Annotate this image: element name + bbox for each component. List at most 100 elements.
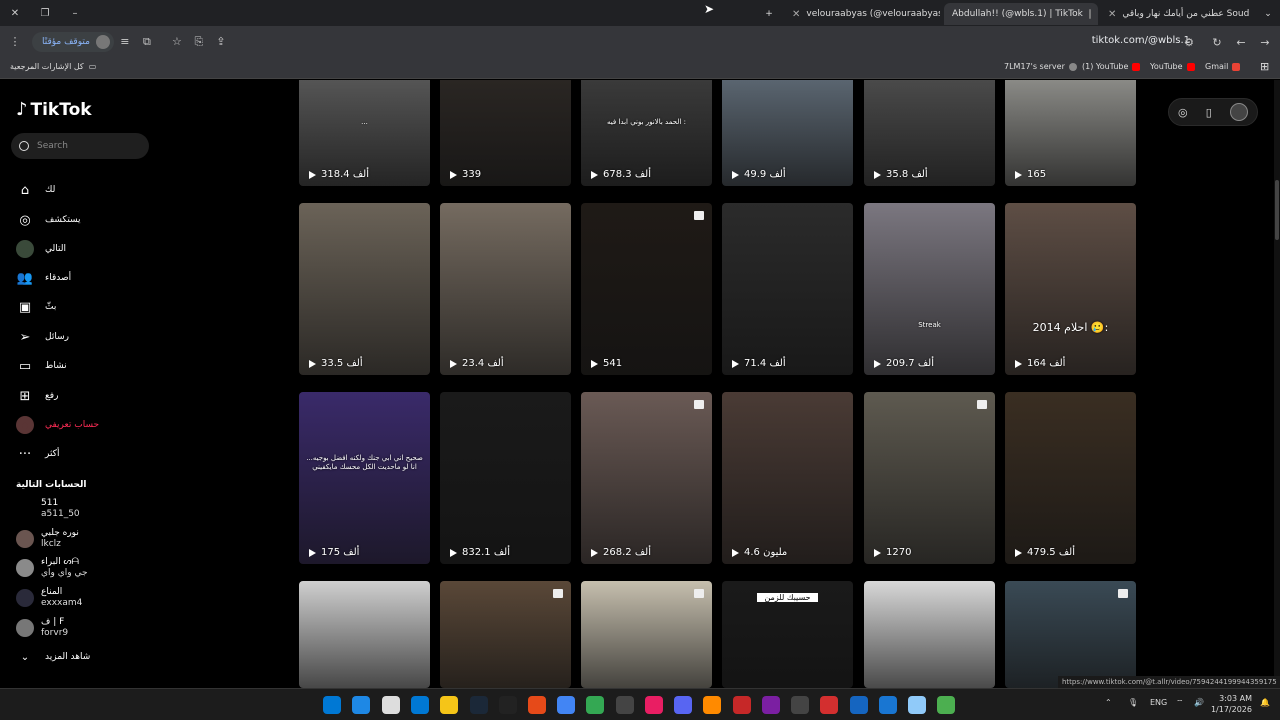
bookmark-item[interactable]: Gmail [1205, 62, 1241, 71]
tab-wbls[interactable]: Abdullah!! (@wbls.1) | TikTok [944, 3, 1098, 25]
sidebar-item-home[interactable]: ⌂ لك [16, 180, 156, 200]
sidebar-item-explore[interactable]: ◎ يستكشف [16, 210, 156, 230]
video-tile[interactable]: حسيبك للزمن [722, 581, 853, 688]
video-tile[interactable]: 1270 [864, 392, 995, 564]
video-tile[interactable]: 49.9 ألف [722, 80, 853, 186]
new-tab-button[interactable]: + [760, 3, 778, 25]
taskbar-app-icon[interactable] [674, 696, 692, 714]
video-tile[interactable]: 33.5 ألف [299, 203, 430, 375]
taskbar-app-icon[interactable] [616, 696, 634, 714]
apps-grid-icon[interactable]: ⊞ [1260, 60, 1269, 73]
video-tile[interactable]: 165 [1005, 80, 1136, 186]
restore-window-button[interactable]: ❐ [30, 0, 60, 26]
notification-icon[interactable]: 🔔 [1260, 698, 1270, 707]
video-tile[interactable]: الحمد بالانور بوني ابدا فيه : 678.3 ألف [581, 80, 712, 186]
sidebar-item-messages[interactable]: ➢ رسائل [16, 327, 156, 347]
video-tile[interactable]: 832.1 ألف [440, 392, 571, 564]
avatar[interactable] [1229, 103, 1248, 121]
taskbar-app-icon[interactable] [850, 696, 868, 714]
close-tab-icon[interactable]: ✕ [792, 9, 800, 20]
video-tile[interactable]: احلام 2014 🥲: 164 ألف [1005, 203, 1136, 375]
address-bar[interactable]: tiktok.com/@wbls.1 [1092, 35, 1190, 46]
bookmark-item[interactable]: 7LM17's server [1004, 62, 1077, 71]
profile-paused-button[interactable]: متوقف مؤقتًا [32, 31, 114, 52]
reload-icon[interactable]: ↻ [1206, 31, 1228, 53]
following-account[interactable]: نوره جلبي lkclz [16, 526, 156, 552]
page-scrollbar[interactable] [1274, 80, 1280, 688]
sidebar-item-more[interactable]: ··· أكثر [16, 444, 156, 464]
taskbar-app-icon[interactable] [733, 696, 751, 714]
taskbar-app-icon[interactable] [908, 696, 926, 714]
mic-icon[interactable]: 🎙 [1128, 698, 1138, 707]
device-icon[interactable]: ▯ [1206, 106, 1212, 119]
tab-velouraabyas[interactable]: ✕ velouraabyas (@velouraabyas) [784, 3, 940, 25]
video-tile[interactable] [440, 581, 571, 688]
media-icon[interactable]: ≡ [114, 31, 136, 53]
language-indicator[interactable]: ENG [1150, 698, 1167, 707]
tab-soud[interactable]: ✕ عطني من أيامك نهار وباقي ‎Soud [1100, 3, 1252, 25]
video-tile[interactable]: 4.6 مليون [722, 392, 853, 564]
video-tile[interactable]: Streak 209.7 ألف [864, 203, 995, 375]
taskbar-app-icon[interactable] [440, 696, 458, 714]
bookmark-item[interactable]: YouTube [1150, 62, 1195, 71]
taskbar-app-icon[interactable] [382, 696, 400, 714]
bookmark-star-icon[interactable]: ☆ [166, 31, 188, 53]
following-account[interactable]: المناع exxxam4 [16, 585, 156, 611]
following-account[interactable]: 511 a511_50 [16, 496, 156, 522]
taskbar-app-icon[interactable] [557, 696, 575, 714]
sidebar-item-following-avatar[interactable]: ● التالي [16, 239, 156, 259]
taskbar-app-icon[interactable] [762, 696, 780, 714]
sidebar-item-friends[interactable]: 👥 أصدقاء [16, 268, 156, 288]
following-account[interactable]: البراء ᔕᗩ جي واي واي [16, 555, 156, 581]
sidebar-item-live[interactable]: ▣ بثّ [16, 297, 156, 317]
site-settings-icon[interactable]: ⚙ [1178, 31, 1200, 53]
sidebar-item-activity[interactable]: ▭ نشاط [16, 356, 156, 376]
compass-icon[interactable]: ◎ [1178, 106, 1188, 119]
video-tile[interactable]: 339 [440, 80, 571, 186]
video-tile[interactable]: 479.5 ألف [1005, 392, 1136, 564]
close-tab-icon[interactable]: ✕ [1108, 9, 1116, 20]
tab-search-button[interactable]: ⌄ [1258, 3, 1278, 25]
video-tile[interactable]: 23.4 ألف [440, 203, 571, 375]
search-input[interactable]: Search [11, 133, 149, 159]
extensions-icon[interactable]: ⧉ [136, 31, 158, 53]
video-tile[interactable]: 541 [581, 203, 712, 375]
taskbar-app-icon[interactable] [791, 696, 809, 714]
video-tile[interactable]: 268.2 ألف [581, 392, 712, 564]
video-tile[interactable] [299, 581, 430, 688]
taskbar-app-icon[interactable] [879, 696, 897, 714]
tray-chevron-icon[interactable]: ⌃ [1105, 698, 1112, 707]
minimize-window-button[interactable]: – [60, 0, 90, 26]
taskbar-clock[interactable]: 3:03 AM 1/17/2026 [1211, 693, 1252, 715]
volume-icon[interactable]: 🔊 [1194, 698, 1204, 707]
taskbar-app-icon[interactable] [411, 696, 429, 714]
video-tile[interactable]: صحيح اني ابي جنك ولكنه افضل بوجيه... انا… [299, 392, 430, 564]
tiktok-logo[interactable]: ♪ TikTok [16, 99, 92, 120]
all-bookmarks-folder[interactable]: كل الإشارات المرجعية ▭ [10, 62, 96, 71]
taskbar-app-icon[interactable] [586, 696, 604, 714]
windows-start-icon[interactable] [323, 696, 341, 714]
video-tile[interactable] [1005, 581, 1136, 688]
taskbar-app-icon[interactable] [352, 696, 370, 714]
sidebar-item-upload[interactable]: ⊞ رفع [16, 386, 156, 406]
share-icon[interactable]: ⇪ [210, 31, 232, 53]
bookmark-item[interactable]: (1) YouTube [1082, 62, 1141, 71]
sidebar-item-profile[interactable]: ● حساب تعريفي [16, 415, 156, 435]
video-tile[interactable]: 35.8 ألف [864, 80, 995, 186]
video-tile[interactable] [581, 581, 712, 688]
back-icon[interactable]: → [1254, 31, 1276, 53]
see-more-button[interactable]: ⌄ شاهد المزيد [16, 647, 156, 667]
close-window-button[interactable]: ✕ [0, 0, 30, 26]
taskbar-app-icon[interactable] [703, 696, 721, 714]
taskbar-app-icon[interactable] [645, 696, 663, 714]
taskbar-app-icon[interactable] [820, 696, 838, 714]
video-tile[interactable]: 71.4 ألف [722, 203, 853, 375]
video-tile[interactable] [864, 581, 995, 688]
install-app-icon[interactable]: ⎘ [188, 31, 210, 53]
wifi-icon[interactable]: ⌔ [1176, 698, 1184, 708]
taskbar-app-icon[interactable] [499, 696, 517, 714]
taskbar-app-icon[interactable] [937, 696, 955, 714]
taskbar-app-icon[interactable] [470, 696, 488, 714]
video-tile[interactable]: ... 318.4 ألف [299, 80, 430, 186]
taskbar-app-icon[interactable] [528, 696, 546, 714]
